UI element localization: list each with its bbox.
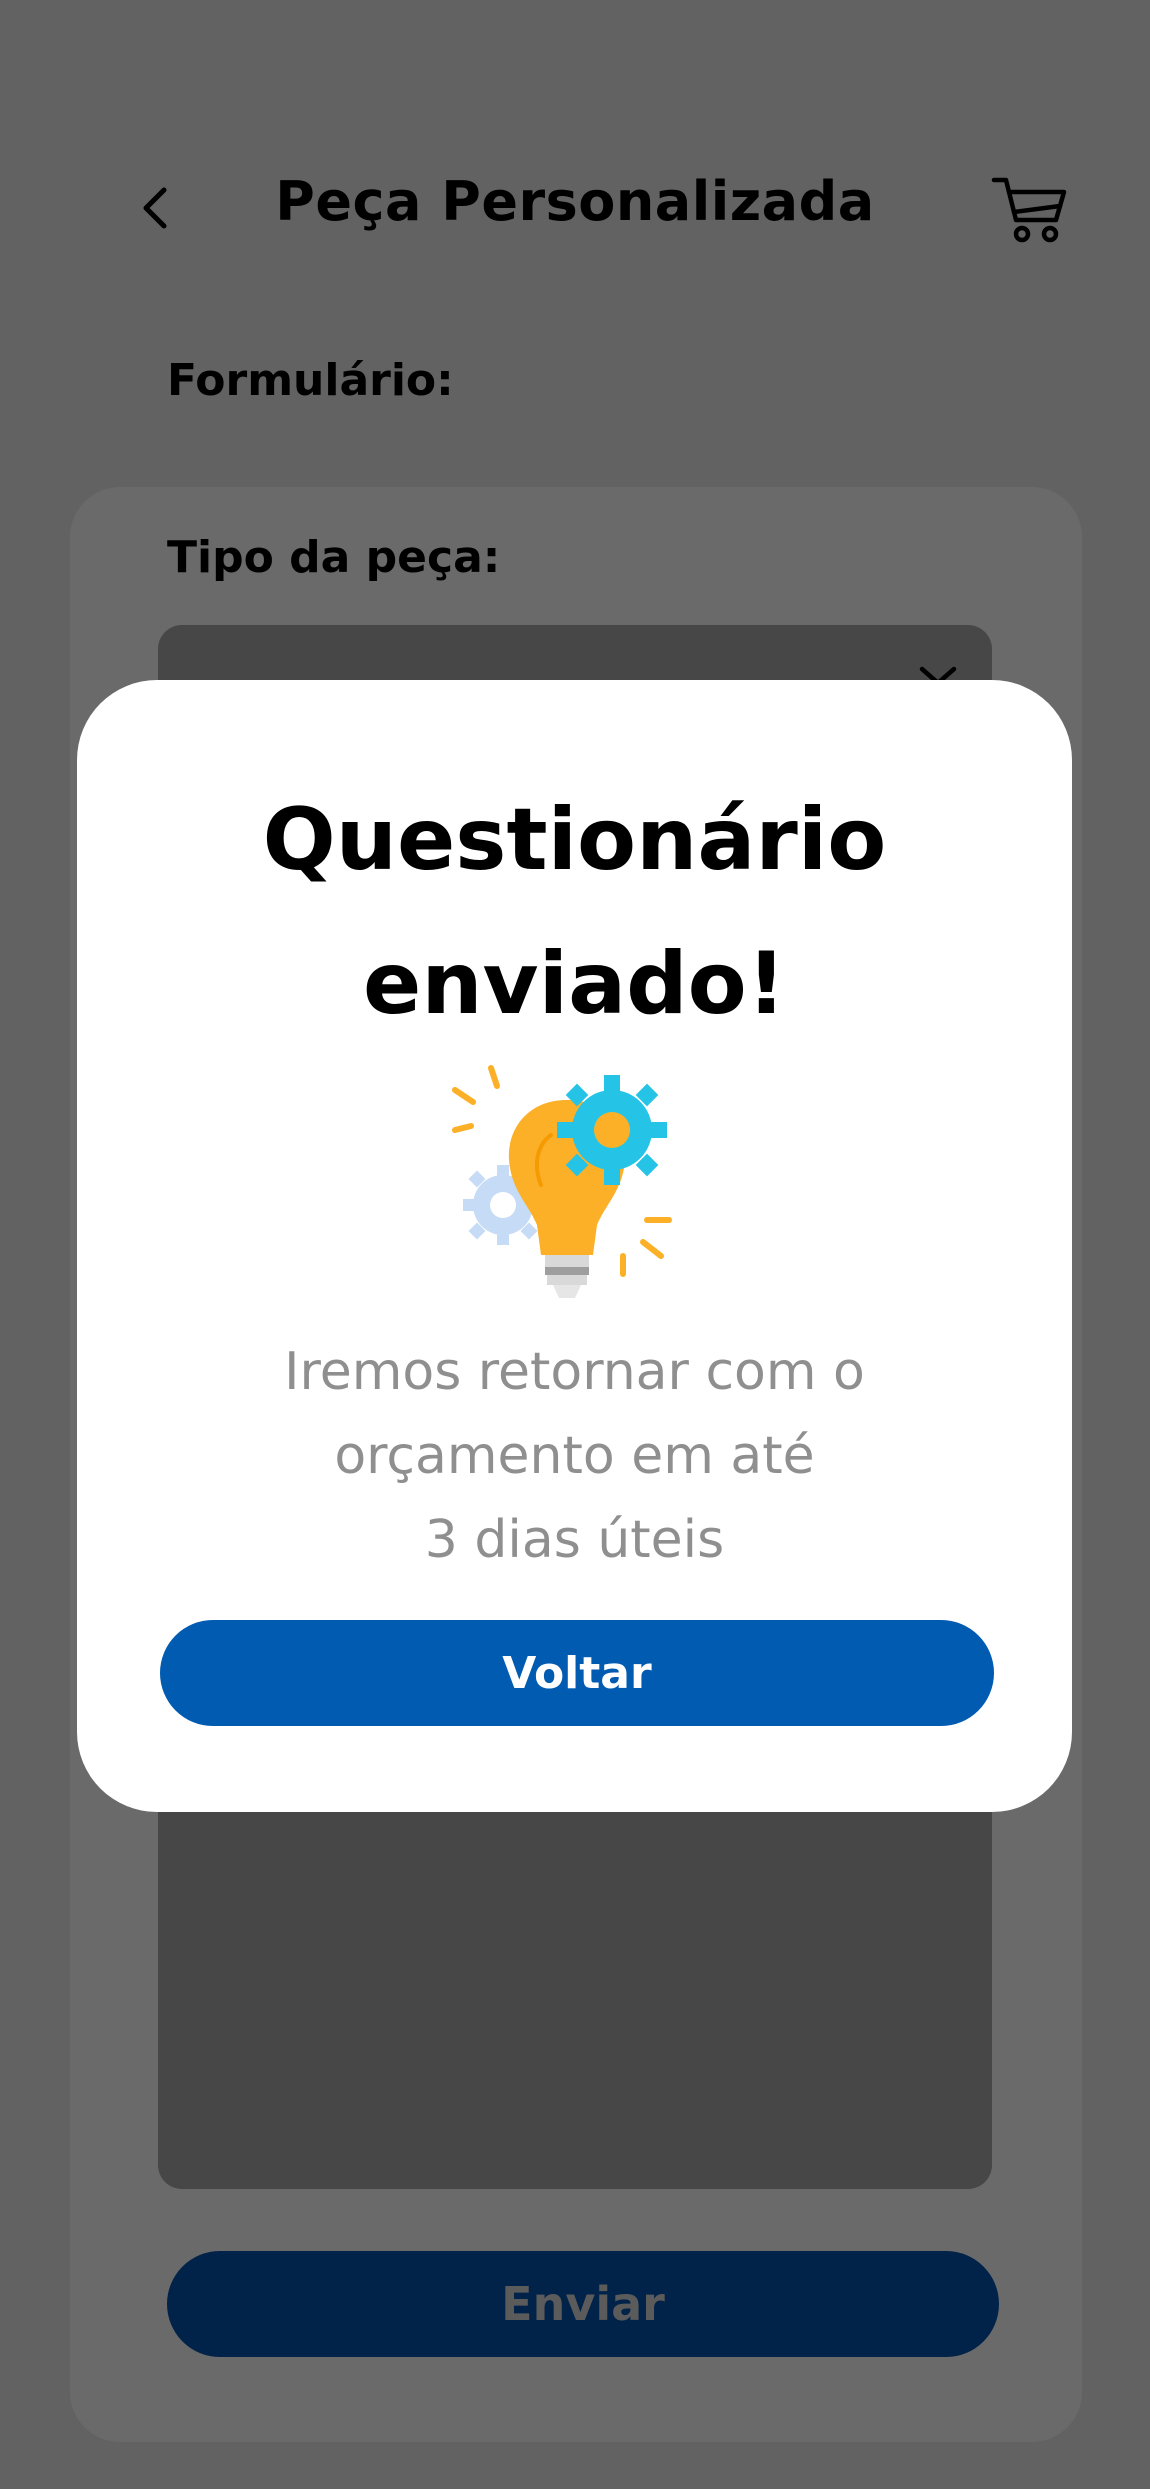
lightbulb-gears-icon [452, 1065, 672, 1298]
modal-message-line-2: orçamento em até [334, 1426, 815, 1486]
description-textarea[interactable] [158, 1787, 992, 2189]
modal-message-line-3: 3 dias úteis [424, 1510, 725, 1570]
modal-title: Questionário enviado! [77, 768, 1072, 1056]
success-modal: Questionário enviado! Iremos retornar co… [77, 680, 1072, 1812]
page-title: Peça Personalizada [275, 170, 875, 233]
blue-gear-icon [557, 1075, 667, 1185]
form-section-label: Formulário: [167, 355, 454, 406]
submit-button[interactable]: Enviar [167, 2251, 999, 2357]
piece-type-label: Tipo da peça: [167, 532, 501, 583]
modal-back-button[interactable]: Voltar [160, 1620, 994, 1726]
header: Peça Personalizada [0, 150, 1150, 260]
screen: Peça Personalizada Formulário: Tipo da p… [0, 0, 1150, 2489]
modal-title-line-1: Questionário [262, 790, 887, 890]
shopping-cart-icon [991, 177, 1067, 243]
modal-message: Iremos retornar com o orçamento em até 3… [137, 1330, 1012, 1582]
modal-title-line-2: enviado! [363, 934, 786, 1034]
modal-message-line-1: Iremos retornar com o [284, 1342, 865, 1402]
cart-button[interactable] [990, 168, 1070, 248]
